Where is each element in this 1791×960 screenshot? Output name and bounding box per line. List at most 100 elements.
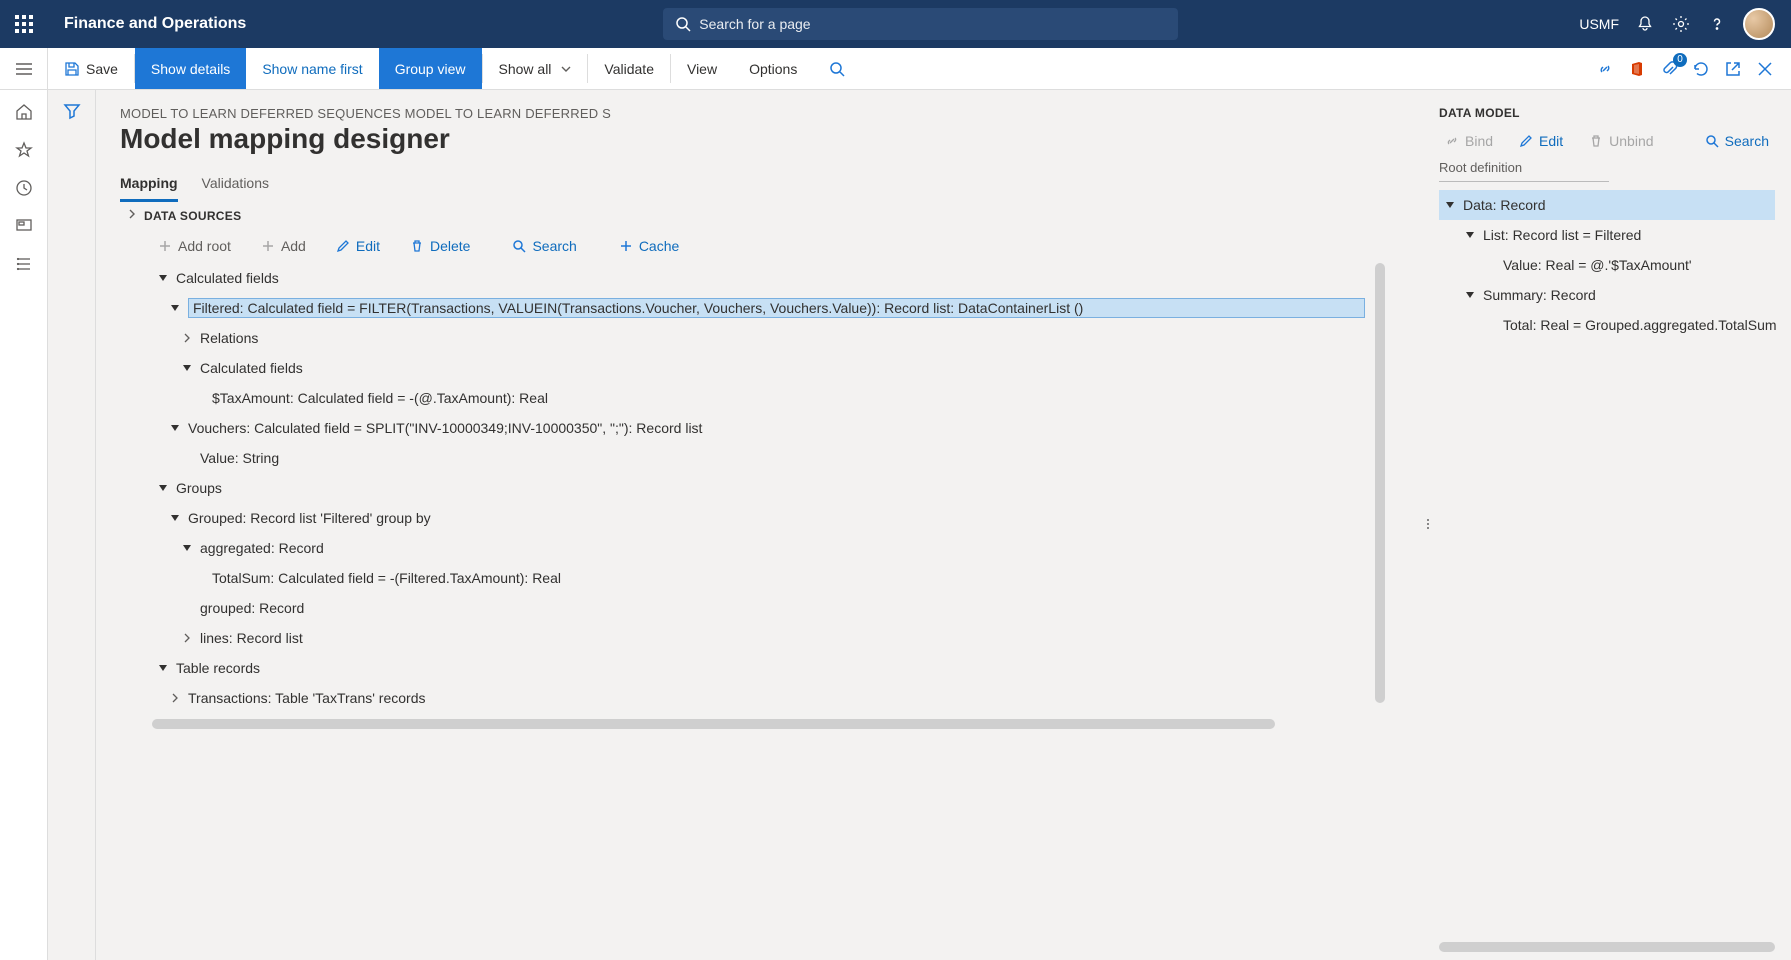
caret-expanded-icon[interactable] xyxy=(180,541,194,555)
close-icon[interactable] xyxy=(1755,59,1775,79)
tree-node[interactable]: Calculated fields xyxy=(144,353,1365,383)
edit-button[interactable]: Edit xyxy=(330,237,386,255)
save-button[interactable]: Save xyxy=(48,48,134,89)
cache-button[interactable]: Cache xyxy=(613,237,685,255)
tree-node[interactable]: TotalSum: Calculated field = -(Filtered.… xyxy=(144,563,1365,593)
data-sources-title: DATA SOURCES xyxy=(144,209,241,223)
data-sources-layout: DATA SOURCES Add root Add Edit Delete Se… xyxy=(120,203,1401,952)
caret-expanded-icon[interactable] xyxy=(180,361,194,375)
clock-icon[interactable] xyxy=(14,178,34,198)
options-button[interactable]: Options xyxy=(733,48,813,89)
bell-icon[interactable] xyxy=(1635,14,1655,34)
caret-collapsed-icon[interactable] xyxy=(168,691,182,705)
office-icon[interactable] xyxy=(1627,59,1647,79)
gear-icon[interactable] xyxy=(1671,14,1691,34)
search-icon xyxy=(829,61,845,77)
show-name-first-button[interactable]: Show name first xyxy=(246,48,378,89)
add-root-button[interactable]: Add root xyxy=(152,237,237,255)
caret-collapsed-icon[interactable] xyxy=(180,631,194,645)
link-icon[interactable] xyxy=(1595,59,1615,79)
caret-expanded-icon[interactable] xyxy=(156,481,170,495)
attachments-badge: 0 xyxy=(1673,53,1687,67)
unbind-button[interactable]: Unbind xyxy=(1583,132,1659,150)
dm-node[interactable]: Summary: Record xyxy=(1439,280,1775,310)
chevron-down-icon xyxy=(561,64,571,74)
dm-root-label: Root definition xyxy=(1439,160,1775,175)
filter-column xyxy=(48,90,96,960)
command-bar: Save Show details Show name first Group … xyxy=(0,48,1791,90)
dm-node[interactable]: Value: Real = @.'$TaxAmount' xyxy=(1439,250,1775,280)
dm-edit-button[interactable]: Edit xyxy=(1513,132,1569,150)
filter-icon[interactable] xyxy=(63,102,81,960)
caret-expanded-icon[interactable] xyxy=(1443,198,1457,212)
cmd-search-button[interactable] xyxy=(813,48,861,89)
user-avatar[interactable] xyxy=(1743,8,1775,40)
tree-node[interactable]: Relations xyxy=(144,323,1365,353)
data-sources-tree: Calculated fields Filtered: Calculated f… xyxy=(144,263,1401,952)
dm-node[interactable]: List: Record list = Filtered xyxy=(1439,220,1775,250)
group-view-button[interactable]: Group view xyxy=(379,48,482,89)
caret-expanded-icon[interactable] xyxy=(156,661,170,675)
tree-node[interactable]: Vouchers: Calculated field = SPLIT("INV-… xyxy=(144,413,1365,443)
left-rail xyxy=(0,90,48,960)
company-label[interactable]: USMF xyxy=(1579,16,1619,32)
help-icon[interactable] xyxy=(1707,14,1727,34)
save-label: Save xyxy=(86,61,118,77)
page-title: Model mapping designer xyxy=(120,123,1401,155)
data-sources-header: DATA SOURCES xyxy=(144,203,1401,229)
tree-node[interactable]: Value: String xyxy=(144,443,1365,473)
tree-node[interactable]: aggregated: Record xyxy=(144,533,1365,563)
global-search[interactable]: Search for a page xyxy=(663,8,1178,40)
caret-expanded-icon[interactable] xyxy=(168,511,182,525)
topbar-right: USMF xyxy=(1579,8,1791,40)
hamburger-icon[interactable] xyxy=(0,48,48,89)
tree-node[interactable]: Calculated fields xyxy=(144,263,1365,293)
caret-expanded-icon[interactable] xyxy=(1463,288,1477,302)
validate-button[interactable]: Validate xyxy=(588,48,670,89)
caret-expanded-icon[interactable] xyxy=(168,421,182,435)
chevron-right-icon xyxy=(127,209,137,219)
tree-node[interactable]: $TaxAmount: Calculated field = -(@.TaxAm… xyxy=(144,383,1365,413)
caret-collapsed-icon[interactable] xyxy=(180,331,194,345)
dm-scrollbar-h[interactable] xyxy=(1439,942,1775,952)
tree-node[interactable]: grouped: Record xyxy=(144,593,1365,623)
tree-node[interactable]: lines: Record list xyxy=(144,623,1365,653)
view-button[interactable]: View xyxy=(671,48,733,89)
dm-search-button[interactable]: Search xyxy=(1699,132,1775,150)
tree-scrollbar-h[interactable] xyxy=(152,719,1275,729)
content-inner: MODEL TO LEARN DEFERRED SEQUENCES MODEL … xyxy=(96,90,1425,960)
add-button[interactable]: Add xyxy=(255,237,312,255)
star-icon[interactable] xyxy=(14,140,34,160)
tree-node[interactable]: Grouped: Record list 'Filtered' group by xyxy=(144,503,1365,533)
tab-validations[interactable]: Validations xyxy=(202,167,269,202)
attachments-icon[interactable]: 0 xyxy=(1659,59,1679,79)
breadcrumb: MODEL TO LEARN DEFERRED SEQUENCES MODEL … xyxy=(120,106,1401,121)
popout-icon[interactable] xyxy=(1723,59,1743,79)
datasource-types-collapse[interactable] xyxy=(120,203,144,952)
caret-expanded-icon[interactable] xyxy=(168,301,182,315)
home-icon[interactable] xyxy=(14,102,34,122)
modules-icon[interactable] xyxy=(14,254,34,274)
topbar: Finance and Operations Search for a page… xyxy=(0,0,1791,48)
tree-node[interactable]: Table records xyxy=(144,653,1365,683)
tab-mapping[interactable]: Mapping xyxy=(120,167,178,202)
tree-scrollbar-v[interactable] xyxy=(1375,263,1385,703)
ds-search-button[interactable]: Search xyxy=(506,237,582,255)
tree-node-selected[interactable]: Filtered: Calculated field = FILTER(Tran… xyxy=(144,293,1365,323)
divider xyxy=(1439,181,1609,182)
show-all-dropdown[interactable]: Show all xyxy=(483,48,588,89)
search-icon xyxy=(675,16,691,32)
caret-expanded-icon[interactable] xyxy=(1463,228,1477,242)
delete-button[interactable]: Delete xyxy=(404,237,476,255)
tree-node[interactable]: Groups xyxy=(144,473,1365,503)
caret-expanded-icon[interactable] xyxy=(156,271,170,285)
bind-button[interactable]: Bind xyxy=(1439,132,1499,150)
data-model-tree: Data: Record List: Record list = Filtere… xyxy=(1439,190,1775,942)
dm-node[interactable]: Total: Real = Grouped.aggregated.TotalSu… xyxy=(1439,310,1775,340)
workspace-icon[interactable] xyxy=(14,216,34,236)
dm-node-selected[interactable]: Data: Record xyxy=(1439,190,1775,220)
refresh-icon[interactable] xyxy=(1691,59,1711,79)
tree-node[interactable]: Transactions: Table 'TaxTrans' records xyxy=(144,683,1365,713)
waffle-icon[interactable] xyxy=(0,0,48,48)
show-details-button[interactable]: Show details xyxy=(135,48,246,89)
